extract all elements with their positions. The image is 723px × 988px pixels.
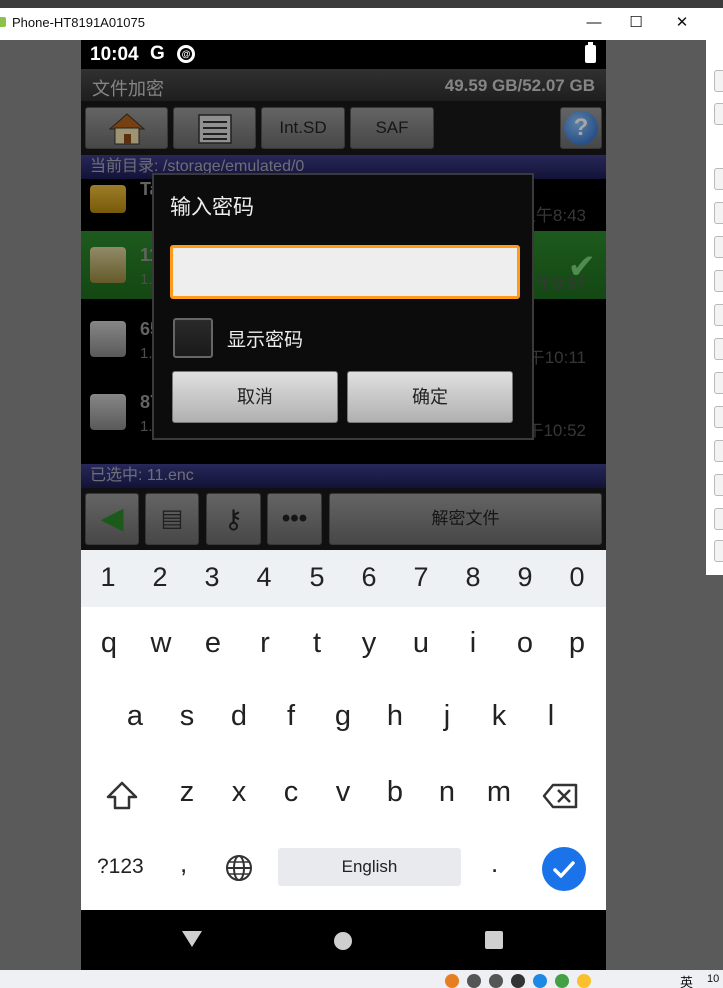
side-tool-button[interactable] xyxy=(714,474,723,496)
battery-icon xyxy=(585,42,596,63)
desktop-background xyxy=(706,575,723,970)
status-bar: 10:04 G @ xyxy=(81,40,606,69)
key-6[interactable]: 6 xyxy=(343,562,395,593)
sync-icon: @ xyxy=(177,45,195,63)
windows-taskbar: 英 10 xyxy=(0,970,723,988)
minimize-button[interactable]: — xyxy=(576,10,612,36)
google-icon: G xyxy=(150,43,165,64)
close-button[interactable]: ✕ xyxy=(664,10,700,36)
side-toolbar xyxy=(706,40,723,575)
key-w[interactable]: w xyxy=(135,627,187,660)
cancel-button[interactable]: 取消 xyxy=(172,371,338,423)
side-tool-button[interactable] xyxy=(714,372,723,394)
key-v[interactable]: v xyxy=(317,776,369,809)
tray-icon[interactable] xyxy=(445,974,459,988)
key-e[interactable]: e xyxy=(187,627,239,660)
key-i[interactable]: i xyxy=(447,627,499,660)
symbols-key[interactable]: ?123 xyxy=(97,855,144,879)
side-tool-button[interactable] xyxy=(714,168,723,190)
dialog-title: 输入密码 xyxy=(170,196,254,219)
android-app-icon xyxy=(0,17,6,27)
soft-keyboard: 1 2 3 4 5 6 7 8 9 0 q w e r t y u i o p … xyxy=(81,550,606,910)
status-time: 10:04 xyxy=(90,44,139,65)
key-n[interactable]: n xyxy=(421,776,473,809)
key-r[interactable]: r xyxy=(239,627,291,660)
backspace-icon[interactable] xyxy=(541,779,581,813)
key-z[interactable]: z xyxy=(161,776,213,809)
side-tool-button[interactable] xyxy=(714,202,723,224)
key-j[interactable]: j xyxy=(421,700,473,733)
period-key[interactable]: . xyxy=(491,848,498,879)
side-tool-button[interactable] xyxy=(714,440,723,462)
key-p[interactable]: p xyxy=(551,627,603,660)
globe-icon[interactable] xyxy=(224,853,254,883)
tray-icon[interactable] xyxy=(555,974,569,988)
key-7[interactable]: 7 xyxy=(395,562,447,593)
key-d[interactable]: d xyxy=(213,700,265,733)
password-input[interactable] xyxy=(170,245,520,299)
bluetooth-icon[interactable] xyxy=(533,974,547,988)
key-1[interactable]: 1 xyxy=(82,562,134,593)
show-password-checkbox[interactable] xyxy=(173,318,213,358)
key-u[interactable]: u xyxy=(395,627,447,660)
key-b[interactable]: b xyxy=(369,776,421,809)
side-tool-button[interactable] xyxy=(714,508,723,530)
key-m[interactable]: m xyxy=(473,776,525,809)
shift-icon[interactable] xyxy=(102,779,142,813)
key-t[interactable]: t xyxy=(291,627,343,660)
key-k[interactable]: k xyxy=(473,700,525,733)
system-tray xyxy=(445,974,591,988)
recents-icon[interactable] xyxy=(485,931,503,949)
side-tool-button[interactable] xyxy=(714,70,723,92)
key-2[interactable]: 2 xyxy=(134,562,186,593)
tray-icon[interactable] xyxy=(511,974,525,988)
show-password-label: 显示密码 xyxy=(227,330,304,351)
back-icon[interactable] xyxy=(182,931,202,947)
confirm-button[interactable]: 确定 xyxy=(347,371,513,423)
side-tool-button[interactable] xyxy=(714,338,723,360)
maximize-button[interactable]: ☐ xyxy=(618,10,654,36)
key-0[interactable]: 0 xyxy=(551,562,603,593)
side-tool-button[interactable] xyxy=(714,236,723,258)
navigation-bar xyxy=(81,910,606,970)
key-y[interactable]: y xyxy=(343,627,395,660)
key-h[interactable]: h xyxy=(369,700,421,733)
key-3[interactable]: 3 xyxy=(186,562,238,593)
side-tool-button[interactable] xyxy=(714,270,723,292)
checkmark-icon xyxy=(553,861,575,878)
window-titlebar: Phone-HT8191A01075 — ☐ ✕ xyxy=(0,0,723,40)
key-4[interactable]: 4 xyxy=(238,562,290,593)
tray-icon[interactable] xyxy=(489,974,503,988)
password-dialog: 输入密码 显示密码 取消 确定 xyxy=(152,173,534,440)
tray-icon[interactable] xyxy=(467,974,481,988)
window-title: Phone-HT8191A01075 xyxy=(12,15,145,30)
tray-icon[interactable] xyxy=(577,974,591,988)
enter-key[interactable] xyxy=(542,847,586,891)
input-method-indicator[interactable]: 英 xyxy=(680,972,693,988)
key-o[interactable]: o xyxy=(499,627,551,660)
side-tool-button[interactable] xyxy=(714,406,723,428)
home-circle-icon[interactable] xyxy=(334,932,352,950)
key-5[interactable]: 5 xyxy=(291,562,343,593)
taskbar-clock: 10 xyxy=(707,973,720,985)
key-s[interactable]: s xyxy=(161,700,213,733)
key-x[interactable]: x xyxy=(213,776,265,809)
key-g[interactable]: g xyxy=(317,700,369,733)
key-q[interactable]: q xyxy=(83,627,135,660)
key-8[interactable]: 8 xyxy=(447,562,499,593)
key-9[interactable]: 9 xyxy=(499,562,551,593)
desktop-strip xyxy=(0,0,723,8)
side-tool-button[interactable] xyxy=(714,540,723,562)
side-tool-button[interactable] xyxy=(714,103,723,125)
space-key[interactable]: English xyxy=(278,848,461,886)
key-a[interactable]: a xyxy=(109,700,161,733)
phone-screen: 10:04 G @ 文件加密 49.59 GB/52.07 GB Int.SD xyxy=(81,40,606,970)
key-c[interactable]: c xyxy=(265,776,317,809)
number-row: 1 2 3 4 5 6 7 8 9 0 xyxy=(81,550,606,607)
side-tool-button[interactable] xyxy=(714,304,723,326)
key-l[interactable]: l xyxy=(525,700,577,733)
key-f[interactable]: f xyxy=(265,700,317,733)
comma-key[interactable]: , xyxy=(180,848,187,879)
